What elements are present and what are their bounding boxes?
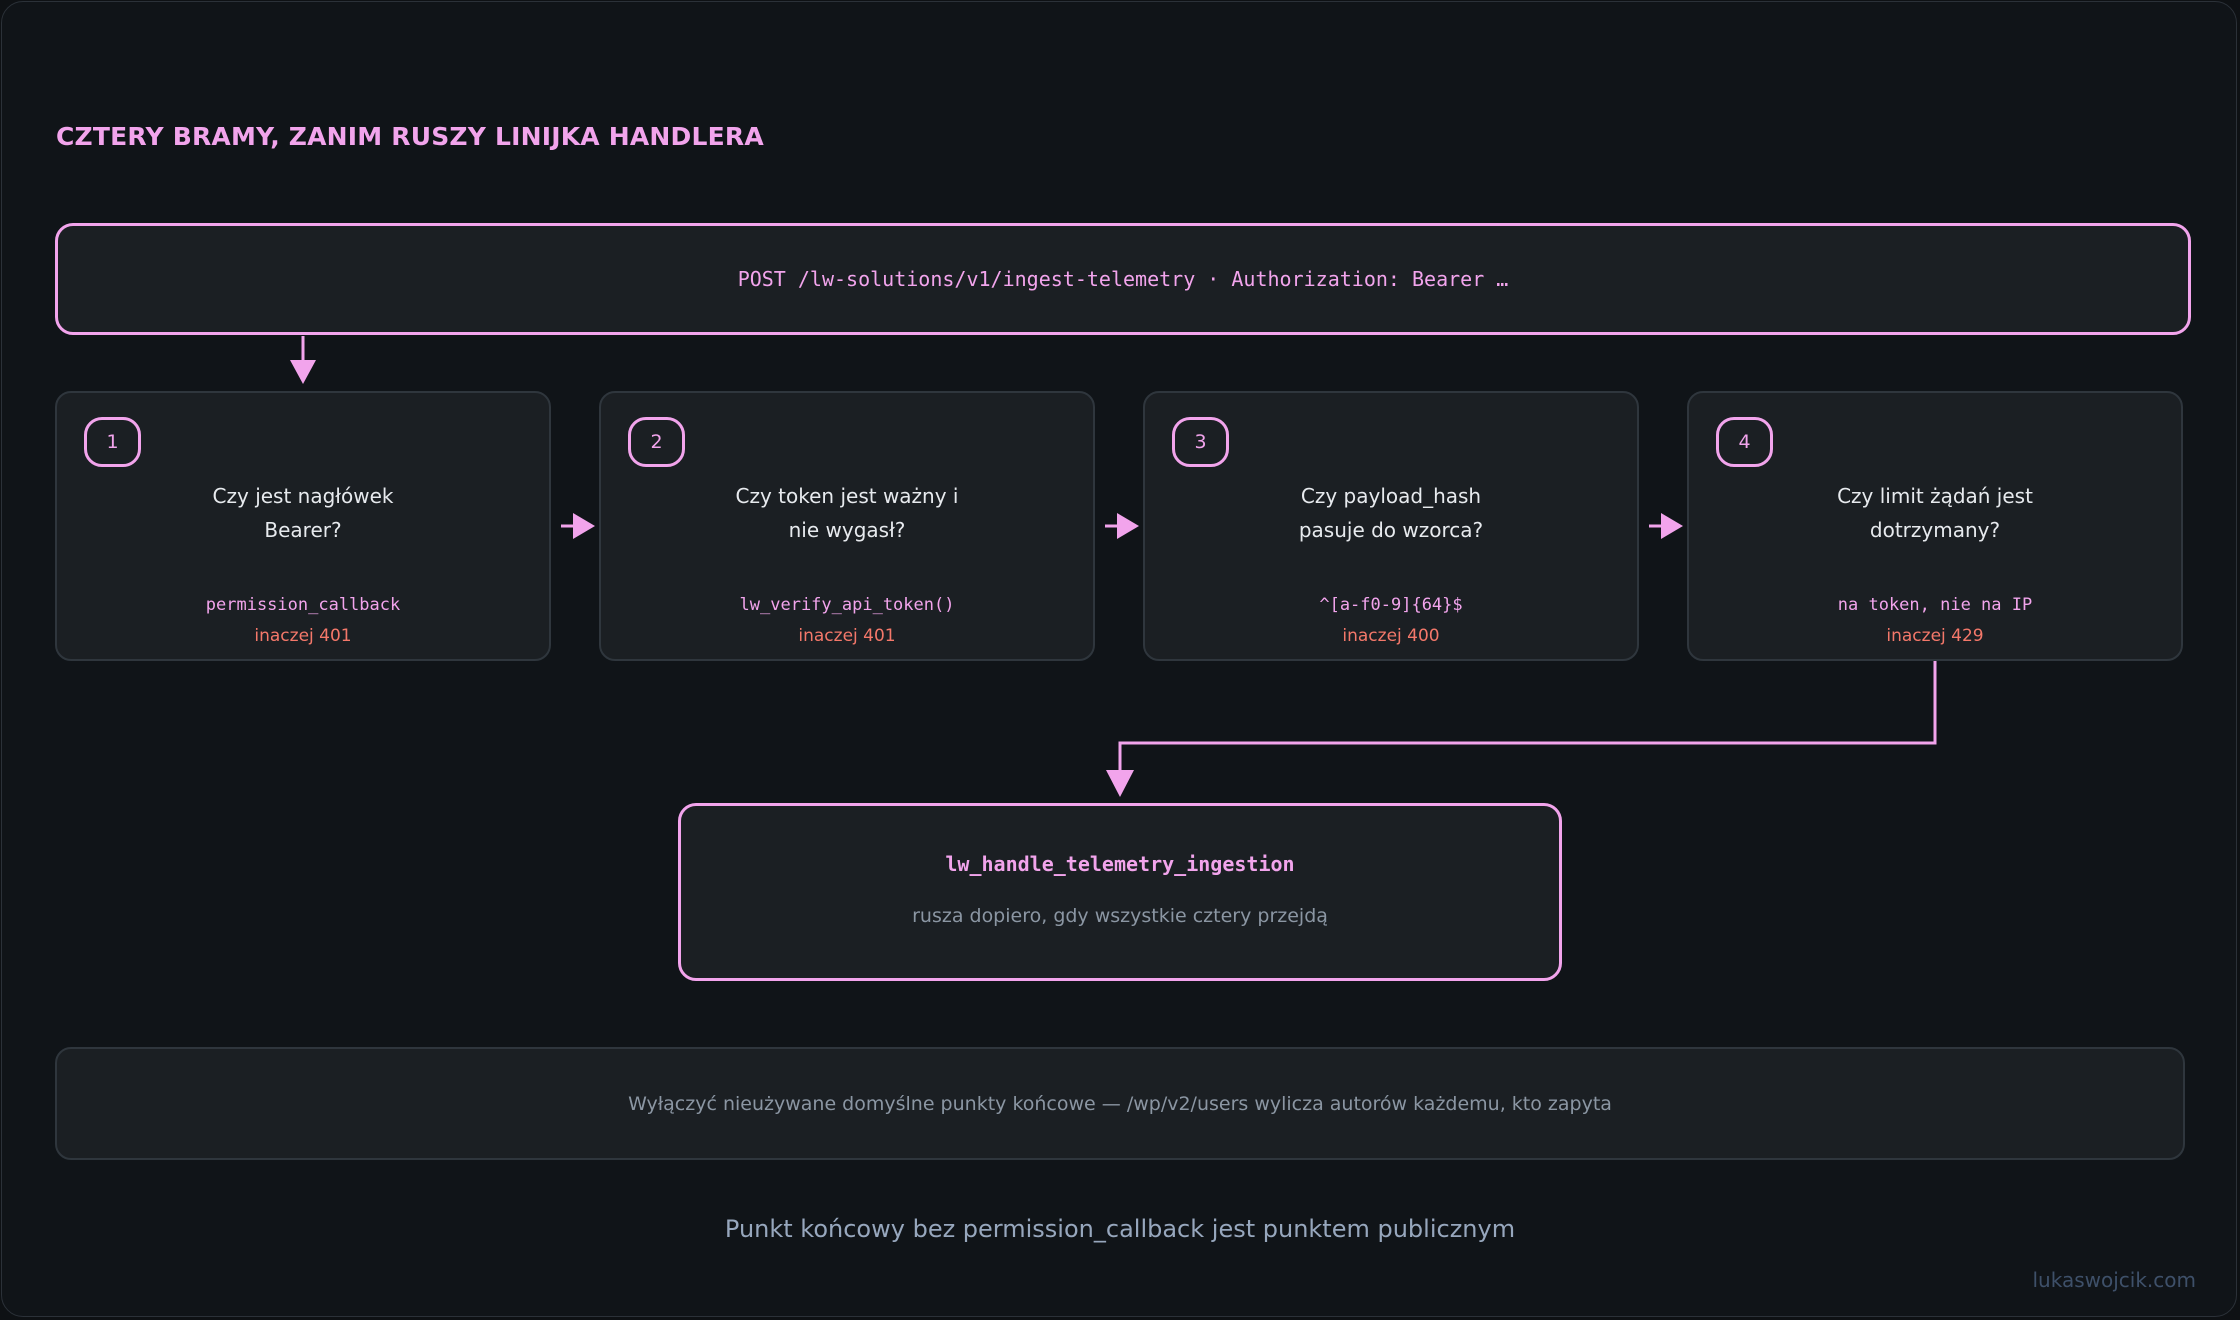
gate-number-badge: 3 [1172, 417, 1229, 467]
gate-number-badge: 2 [628, 417, 685, 467]
gate-code: permission_callback [205, 595, 401, 615]
gate-card-3: 3 Czy payload_hash pasuje do wzorca? ^[a… [1143, 391, 1639, 661]
gate-question-line: Czy payload_hash [1300, 484, 1482, 508]
gate-error: inaczej 400 [1342, 626, 1440, 646]
gate-error: inaczej 401 [798, 626, 896, 646]
note-box: Wyłączyć nieużywane domyślne punkty końc… [55, 1047, 2185, 1160]
gate-question-line: Czy jest nagłówek [212, 484, 394, 508]
gate-code: lw_verify_api_token() [739, 595, 955, 615]
gate-error: inaczej 401 [254, 626, 352, 646]
gate-number-badge: 1 [84, 417, 141, 467]
gate-question-line: dotrzymany? [1869, 518, 2001, 542]
note-text: Wyłączyć nieużywane domyślne punkty końc… [628, 1092, 1612, 1115]
gate-question-line: Czy token jest ważny i [735, 484, 959, 508]
gate-question-line: Czy limit żądań jest [1837, 484, 2033, 508]
gate-code: ^[a-f0-9]{64}$ [1319, 595, 1463, 615]
gate-question: Czy token jest ważny i nie wygasł? [621, 479, 1073, 547]
handler-box: lw_handle_telemetry_ingestion rusza dopi… [678, 803, 1562, 981]
footer-domain: lukaswojcik.com [2032, 1268, 2197, 1292]
gate-question: Czy jest nagłówek Bearer? [77, 479, 529, 547]
caption: Punkt końcowy bez permission_callback je… [724, 1215, 1516, 1243]
gate-card-1: 1 Czy jest nagłówek Bearer? permission_c… [55, 391, 551, 661]
gate-question: Czy limit żądań jest dotrzymany? [1709, 479, 2161, 547]
gate-question-line: Bearer? [264, 518, 342, 542]
gate-error: inaczej 429 [1886, 626, 1984, 646]
handler-name: lw_handle_telemetry_ingestion [945, 852, 1295, 876]
gate-code: na token, nie na IP [1837, 595, 2033, 615]
gate-question: Czy payload_hash pasuje do wzorca? [1165, 479, 1617, 547]
gate-card-2: 2 Czy token jest ważny i nie wygasł? lw_… [599, 391, 1095, 661]
handler-subtitle: rusza dopiero, gdy wszystkie cztery prze… [912, 905, 1328, 927]
gate-card-4: 4 Czy limit żądań jest dotrzymany? na to… [1687, 391, 2183, 661]
gate-question-line: nie wygasł? [788, 518, 906, 542]
request-line: POST /lw-solutions/v1/ingest-telemetry ·… [737, 267, 1509, 291]
gate-question-line: pasuje do wzorca? [1298, 518, 1484, 542]
gate-number-badge: 4 [1716, 417, 1773, 467]
diagram-title: CZTERY BRAMY, ZANIM RUSZY LINIJKA HANDLE… [56, 122, 764, 151]
request-box: POST /lw-solutions/v1/ingest-telemetry ·… [55, 223, 2191, 335]
